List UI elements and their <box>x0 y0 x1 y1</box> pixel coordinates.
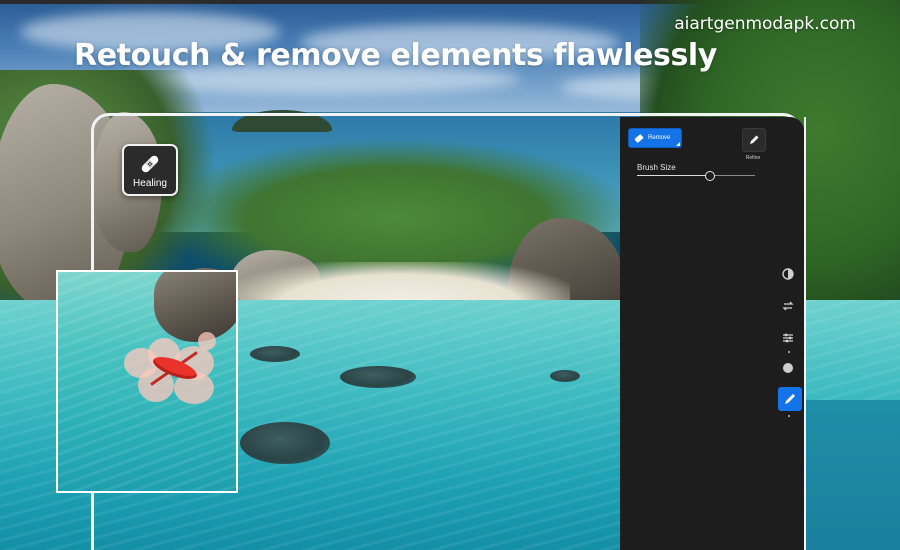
zoom-inset <box>56 270 238 493</box>
brush-size-label: Brush Size <box>637 163 676 172</box>
healing-label: Healing <box>133 178 167 189</box>
bandage-icon <box>141 155 159 173</box>
circle-icon[interactable] <box>781 361 795 375</box>
eraser-icon <box>634 133 644 143</box>
headline: Retouch & remove elements flawlessly <box>74 38 717 73</box>
healing-tool-badge[interactable]: Healing <box>122 144 178 196</box>
tablet-frame-edge <box>804 117 806 550</box>
watermark: aiartgenmodapk.com <box>674 14 856 34</box>
swap-icon[interactable] <box>781 299 795 313</box>
brush-size-slider[interactable] <box>637 175 755 176</box>
sliders-icon[interactable] <box>781 331 795 345</box>
app-promo-screenshot: Retouch & remove elements flawlessly aia… <box>0 0 900 550</box>
blur-icon[interactable] <box>781 267 795 281</box>
refine-label: Refine <box>745 155 761 161</box>
retouch-tool-button[interactable] <box>778 387 802 411</box>
tool-strip <box>776 267 802 417</box>
remove-label: Remove <box>648 135 671 141</box>
pencil-icon <box>750 135 759 144</box>
remove-button[interactable]: Remove <box>628 128 682 148</box>
inset-rocks <box>154 272 236 342</box>
pencil-icon <box>785 394 795 404</box>
brush-size-thumb[interactable] <box>705 171 716 181</box>
deep-water <box>800 400 900 550</box>
refine-button[interactable] <box>742 128 766 152</box>
edit-panel: Remove Refine Brush Size <box>620 117 804 550</box>
